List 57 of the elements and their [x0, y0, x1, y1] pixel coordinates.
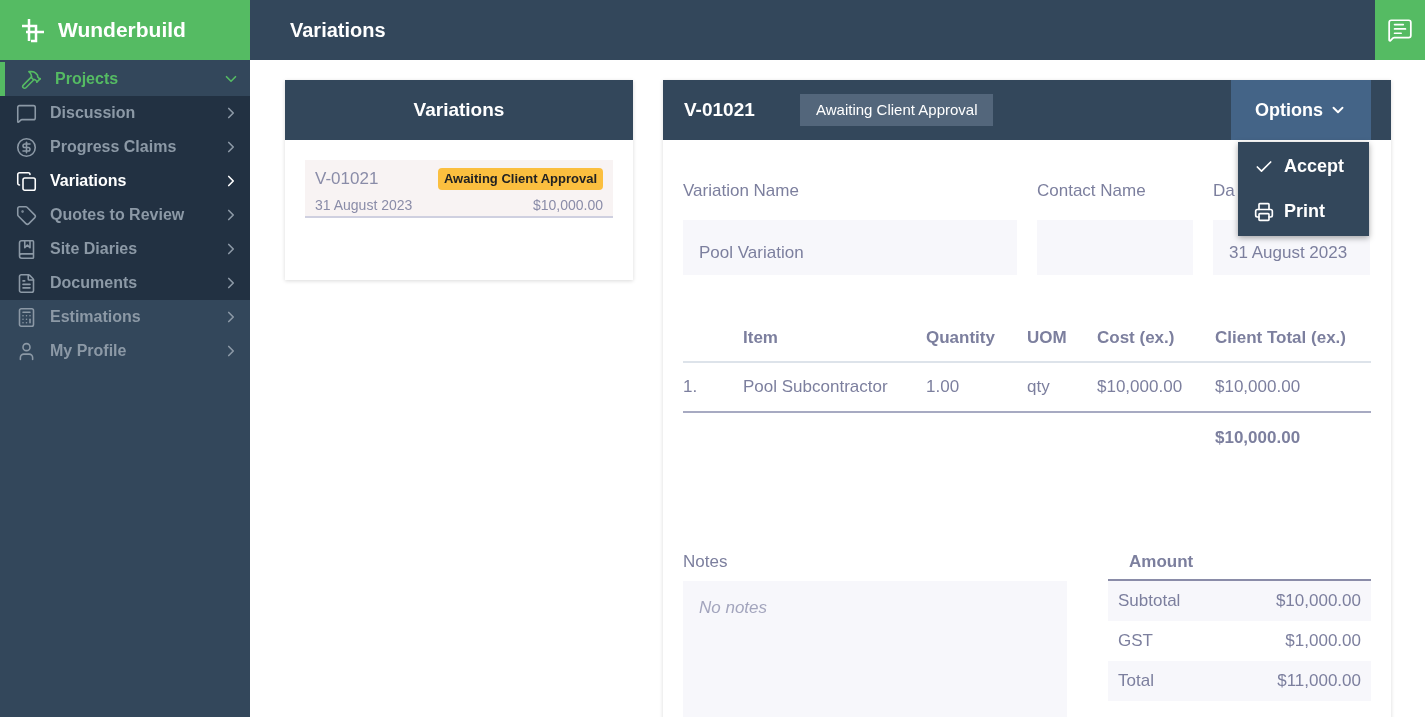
column-header: Quantity	[926, 328, 995, 348]
field-label: Da	[1213, 180, 1236, 200]
logo-icon	[20, 17, 46, 43]
help-button[interactable]	[1375, 0, 1425, 60]
variation-date: 31 August 2023	[315, 195, 413, 215]
page-title: Variations	[289, 18, 387, 43]
amount-label: GST	[1118, 630, 1153, 653]
sidebar-item[interactable]: Estimations	[0, 300, 250, 334]
amount-title: Amount	[1129, 552, 1194, 571]
table-total: $10,000.00	[1215, 427, 1301, 450]
nav-icon	[21, 68, 42, 90]
nav-icon	[16, 204, 37, 226]
field-label: Contact Name	[1037, 180, 1147, 200]
sidebar-item[interactable]: Variations	[0, 164, 250, 198]
variation-code: V-01021	[684, 97, 756, 122]
table-cell: Pool Subcontractor	[743, 377, 888, 397]
field-label: Variation Name	[683, 180, 800, 200]
table-cell: $10,000.00	[1097, 377, 1183, 397]
sidebar-item[interactable]: Discussion	[0, 96, 250, 130]
notes-label: Notes	[683, 551, 729, 571]
menu-item[interactable]: Accept	[1238, 144, 1369, 189]
sidebar-item[interactable]: Quotes to Review	[0, 198, 250, 232]
table-cell: 1.00	[926, 377, 960, 397]
amount-value: $10,000.00	[1275, 590, 1361, 613]
table-cell: qty	[1027, 377, 1050, 397]
printer-icon	[1254, 201, 1274, 222]
panel-title: Variations	[413, 97, 505, 122]
sidebar-item[interactable]: My Profile	[0, 334, 250, 368]
table-cell: $10,000.00	[1215, 377, 1301, 397]
column-header: Client Total (ex.)	[1215, 328, 1346, 348]
nav-icon	[16, 136, 37, 158]
options-button[interactable]: Options	[1231, 80, 1371, 140]
notes-field[interactable]: No notes	[683, 581, 1067, 717]
nav-icon	[16, 238, 37, 260]
help-icon	[1387, 17, 1413, 43]
column-header: Cost (ex.)	[1097, 328, 1175, 348]
nav-icon	[16, 272, 37, 294]
nav-icon	[16, 102, 37, 124]
variation-amount: $10,000.00	[532, 195, 603, 215]
nav-icon	[16, 306, 37, 328]
amount-label: Total	[1118, 670, 1154, 693]
amount-label: Subtotal	[1118, 590, 1181, 613]
row-number: 1.	[683, 377, 698, 397]
column-header: Item	[743, 328, 778, 348]
amount-value: $11,000.00	[1277, 670, 1361, 693]
variation-list-item[interactable]: V-01021 Awaiting Client Approval 31 August 2023 $10,000.00	[305, 160, 613, 218]
sidebar-item[interactable]: Progress Claims	[0, 130, 250, 164]
sidebar-item[interactable]: Documents	[0, 266, 250, 300]
status-badge: Awaiting Client Approval	[800, 93, 994, 127]
variation-code: V-01021	[315, 168, 379, 190]
brand-name: Wunderbuild	[58, 17, 186, 44]
nav-icon	[16, 170, 37, 192]
sidebar-item[interactable]: Site Diaries	[0, 232, 250, 266]
input-field[interactable]: Pool Variation	[683, 220, 1017, 275]
column-header: UOM	[1027, 328, 1067, 348]
status-badge: Awaiting Client Approval	[437, 168, 603, 190]
amount-value: $1,000.00	[1285, 630, 1361, 653]
